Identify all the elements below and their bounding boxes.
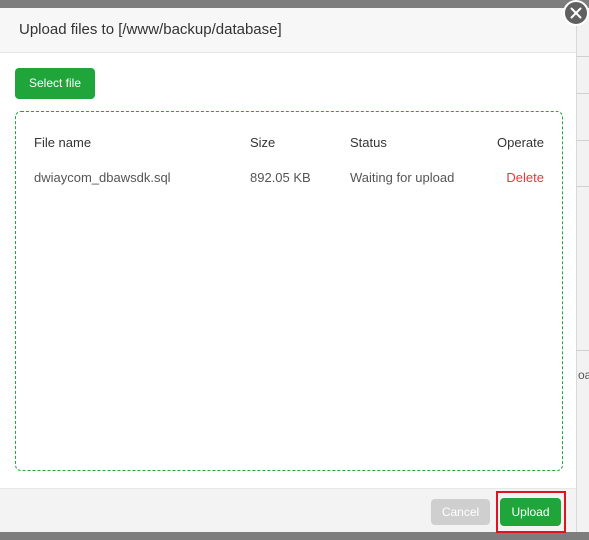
column-header-size: Size	[250, 135, 276, 150]
column-header-status: Status	[350, 135, 387, 150]
background-divider	[576, 350, 589, 351]
dialog-title: Upload files to [/www/backup/database]	[19, 21, 282, 38]
delete-file-link[interactable]: Delete	[506, 170, 544, 185]
upload-button[interactable]: Upload	[500, 498, 561, 526]
background-divider	[576, 56, 589, 57]
cancel-button[interactable]: Cancel	[431, 499, 490, 525]
dialog-header: Upload files to [/www/backup/database]	[0, 8, 576, 53]
close-icon	[570, 7, 582, 19]
select-file-button[interactable]: Select file	[15, 68, 95, 99]
column-header-operate: Operate	[497, 135, 544, 150]
background-page	[576, 8, 589, 532]
background-divider	[576, 140, 589, 141]
file-status-cell: Waiting for upload	[350, 170, 455, 185]
upload-dialog: Upload files to [/www/backup/database] S…	[0, 8, 576, 533]
file-name-cell: dwiaycom_dbawsdk.sql	[34, 170, 171, 185]
background-text: oa	[578, 368, 589, 382]
background-divider	[576, 93, 589, 94]
file-size-cell: 892.05 KB	[250, 170, 311, 185]
background-divider	[576, 186, 589, 187]
dialog-footer: Cancel Upload	[0, 488, 576, 533]
close-dialog-button[interactable]	[563, 0, 589, 26]
file-drop-zone[interactable]: File name Size Status Operate dwiaycom_d…	[15, 111, 563, 471]
column-header-file-name: File name	[34, 135, 92, 150]
